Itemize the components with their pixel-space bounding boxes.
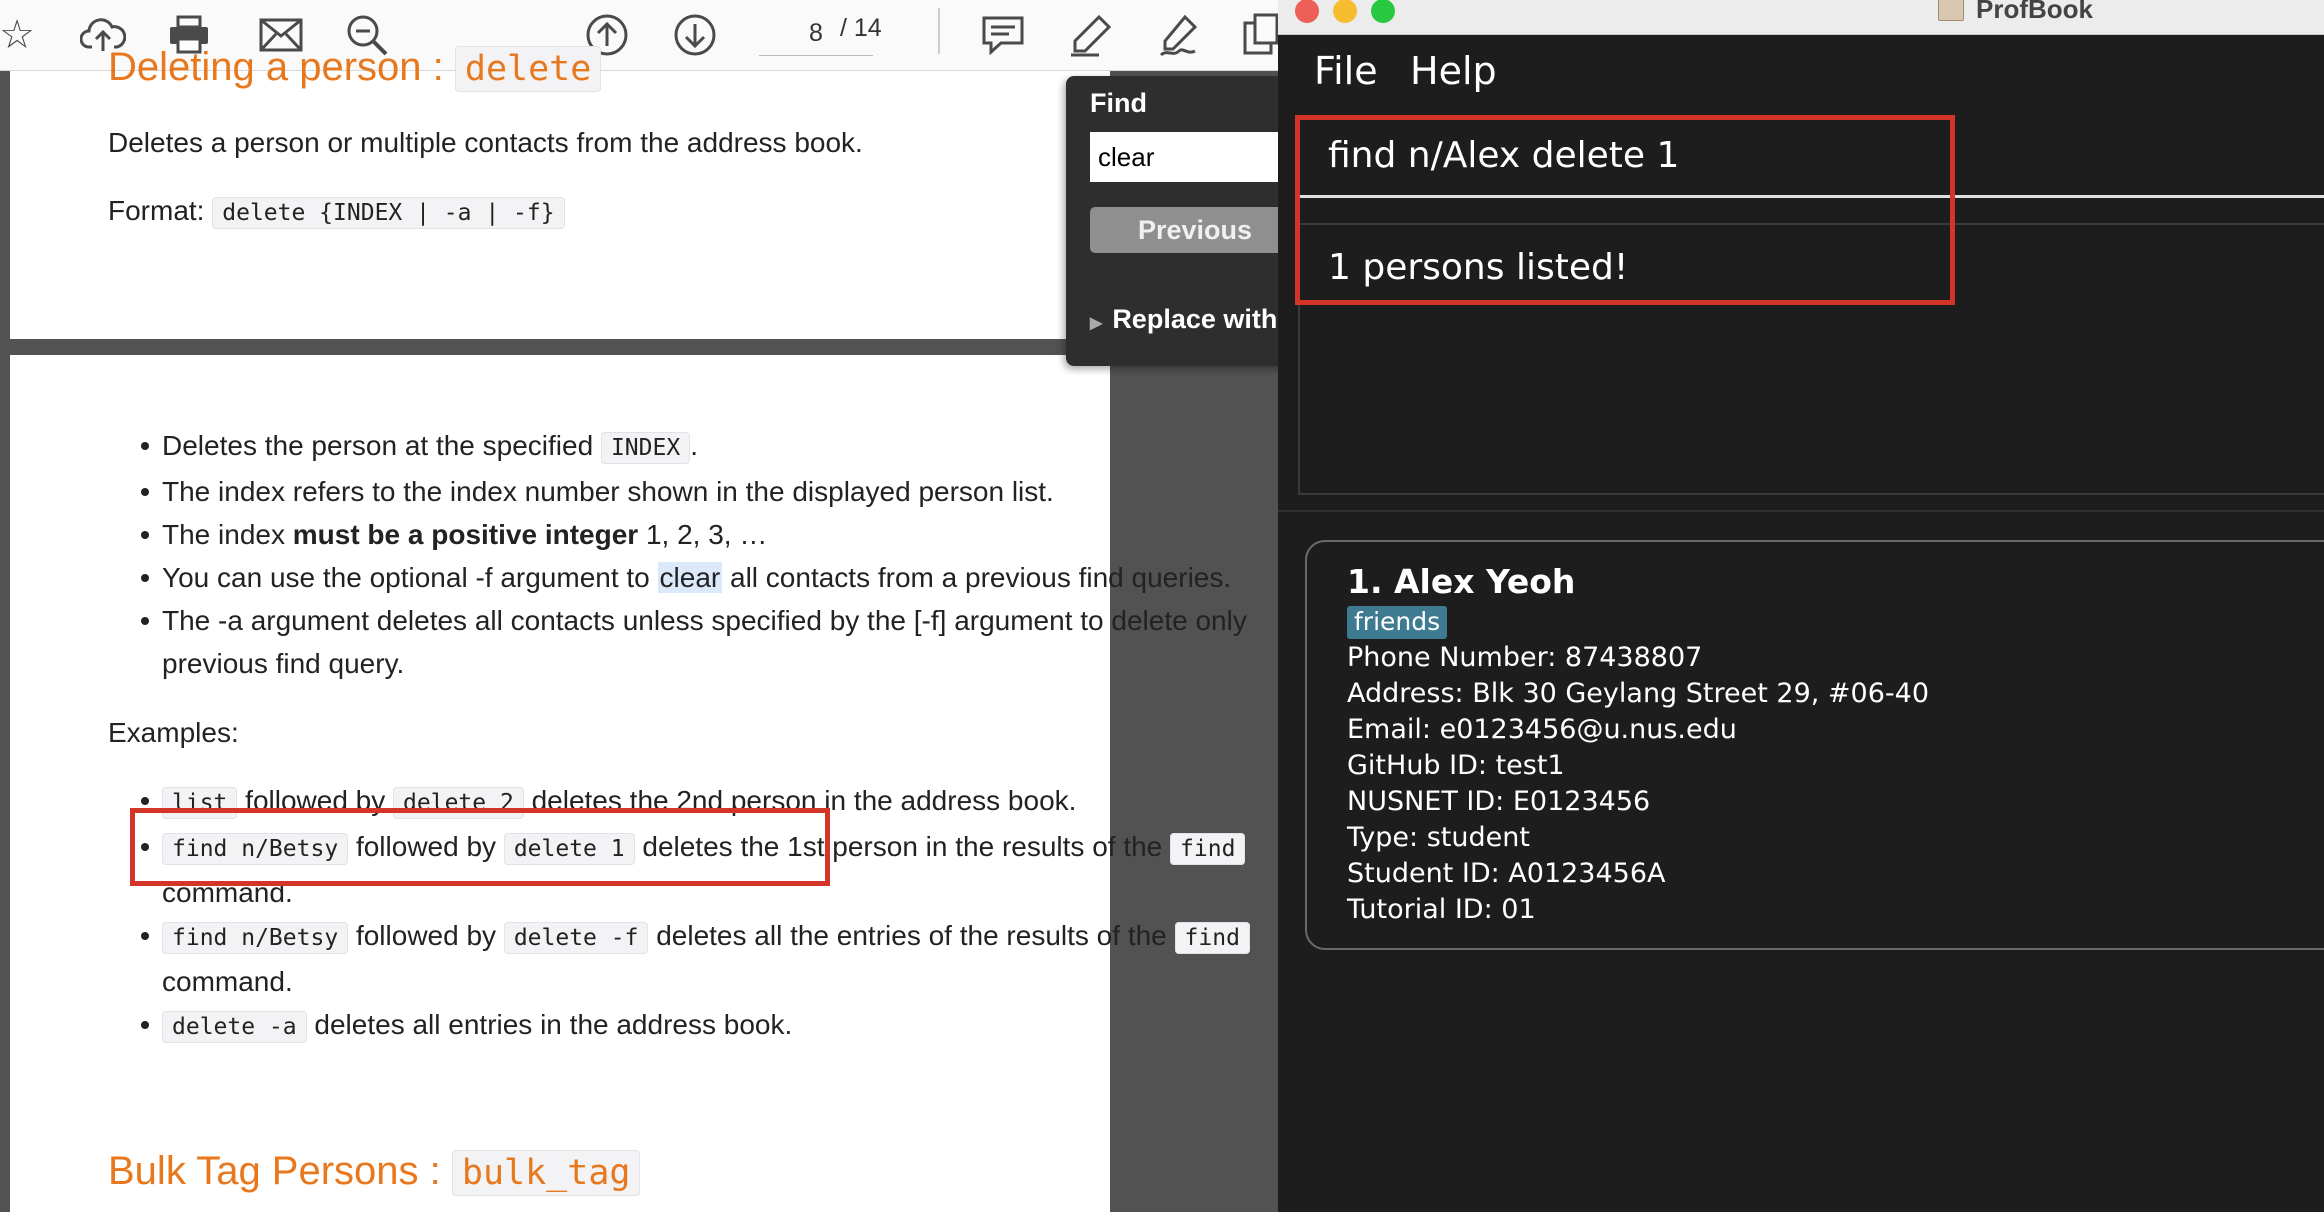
delete-notes-list: Deletes the person at the specified INDE… bbox=[108, 424, 1247, 685]
section-heading-delete: Deleting a person : delete bbox=[108, 45, 602, 92]
format-line: Format: delete {INDEX | -a | -f} bbox=[108, 195, 565, 229]
find-input[interactable] bbox=[1090, 132, 1294, 182]
student-id-field: Student ID: A0123456A bbox=[1347, 858, 1666, 889]
heading-code: bulk_tag bbox=[451, 1150, 641, 1196]
nusnet-field: NUSNET ID: E0123456 bbox=[1347, 786, 1651, 817]
replace-label: Replace with bbox=[1112, 304, 1278, 334]
annotation-highlight-box bbox=[1295, 115, 1955, 305]
format-label: Format: bbox=[108, 195, 205, 226]
profbook-window: ProfBook File Help 1 persons listed! 1. … bbox=[1278, 0, 2324, 1212]
email-field: Email: e0123456@u.nus.edu bbox=[1347, 714, 1737, 745]
list-item: The index refers to the index number sho… bbox=[108, 470, 1247, 513]
person-name: 1. Alex Yeoh bbox=[1347, 562, 1576, 601]
tag-badge: friends bbox=[1347, 606, 1448, 639]
pdf-page: Deletes the person at the specified INDE… bbox=[10, 355, 1250, 1212]
list-item: Deletes the person at the specified INDE… bbox=[108, 424, 1247, 470]
disclosure-triangle-icon: ▶ bbox=[1090, 315, 1103, 332]
panel-divider bbox=[1278, 510, 2324, 512]
person-card[interactable]: 1. Alex Yeoh friends Phone Number: 87438… bbox=[1305, 540, 2324, 950]
maximize-window-button[interactable] bbox=[1371, 0, 1395, 23]
previous-button[interactable]: Previous bbox=[1090, 207, 1294, 253]
list-item: You can use the optional -f argument to … bbox=[108, 556, 1247, 599]
phone-field: Phone Number: 87438807 bbox=[1347, 642, 1703, 673]
inline-code: INDEX bbox=[600, 432, 691, 464]
find-title: Find bbox=[1090, 88, 1147, 118]
window-titlebar: ProfBook bbox=[1278, 0, 2324, 35]
app-document-icon bbox=[1938, 0, 1964, 21]
tutorial-id-field: Tutorial ID: 01 bbox=[1347, 894, 1536, 925]
format-code: delete {INDEX | -a | -f} bbox=[212, 197, 565, 229]
section-heading-bulk-tag: Bulk Tag Persons : bulk_tag bbox=[108, 1149, 641, 1196]
menu-file[interactable]: File bbox=[1314, 49, 1378, 93]
close-window-button[interactable] bbox=[1295, 0, 1319, 23]
replace-with-toggle[interactable]: ▶ Replace with bbox=[1090, 304, 1277, 335]
find-panel: Find Previous ▶ Replace with bbox=[1066, 76, 1294, 366]
menu-help[interactable]: Help bbox=[1410, 49, 1497, 93]
highlighter-icon[interactable] bbox=[1064, 8, 1118, 62]
page-total-label: / 14 bbox=[840, 14, 882, 42]
heading-text: Bulk Tag Persons : bbox=[108, 1149, 452, 1193]
menubar: File Help bbox=[1278, 35, 2324, 107]
list-item: The -a argument deletes all contacts unl… bbox=[108, 599, 1247, 685]
window-title: ProfBook bbox=[1976, 0, 2093, 24]
github-field: GitHub ID: test1 bbox=[1347, 750, 1565, 781]
heading-code: delete bbox=[454, 46, 602, 92]
delete-description: Deletes a person or multiple contacts fr… bbox=[108, 127, 863, 158]
list-item: find n/Betsy followed by delete -f delet… bbox=[108, 914, 1250, 1003]
toolbar-divider bbox=[938, 8, 940, 54]
address-field: Address: Blk 30 Geylang Street 29, #06-4… bbox=[1347, 678, 1930, 709]
next-page-icon[interactable] bbox=[668, 8, 722, 62]
star-icon[interactable]: ☆ bbox=[0, 8, 44, 62]
examples-label: Examples: bbox=[108, 717, 239, 748]
minimize-window-button[interactable] bbox=[1333, 0, 1357, 23]
type-field: Type: student bbox=[1347, 822, 1530, 853]
pdf-page: Deleting a person : delete Deletes a per… bbox=[10, 45, 1110, 339]
heading-text: Deleting a person : bbox=[108, 45, 455, 89]
search-match-highlight: clear bbox=[657, 562, 723, 593]
comment-icon[interactable] bbox=[976, 8, 1030, 62]
draw-signature-icon[interactable] bbox=[1152, 8, 1206, 62]
list-item: The index must be a positive integer 1, … bbox=[108, 513, 1247, 556]
list-item: delete -a deletes all entries in the add… bbox=[108, 1003, 1250, 1049]
annotation-highlight-box bbox=[130, 808, 830, 886]
